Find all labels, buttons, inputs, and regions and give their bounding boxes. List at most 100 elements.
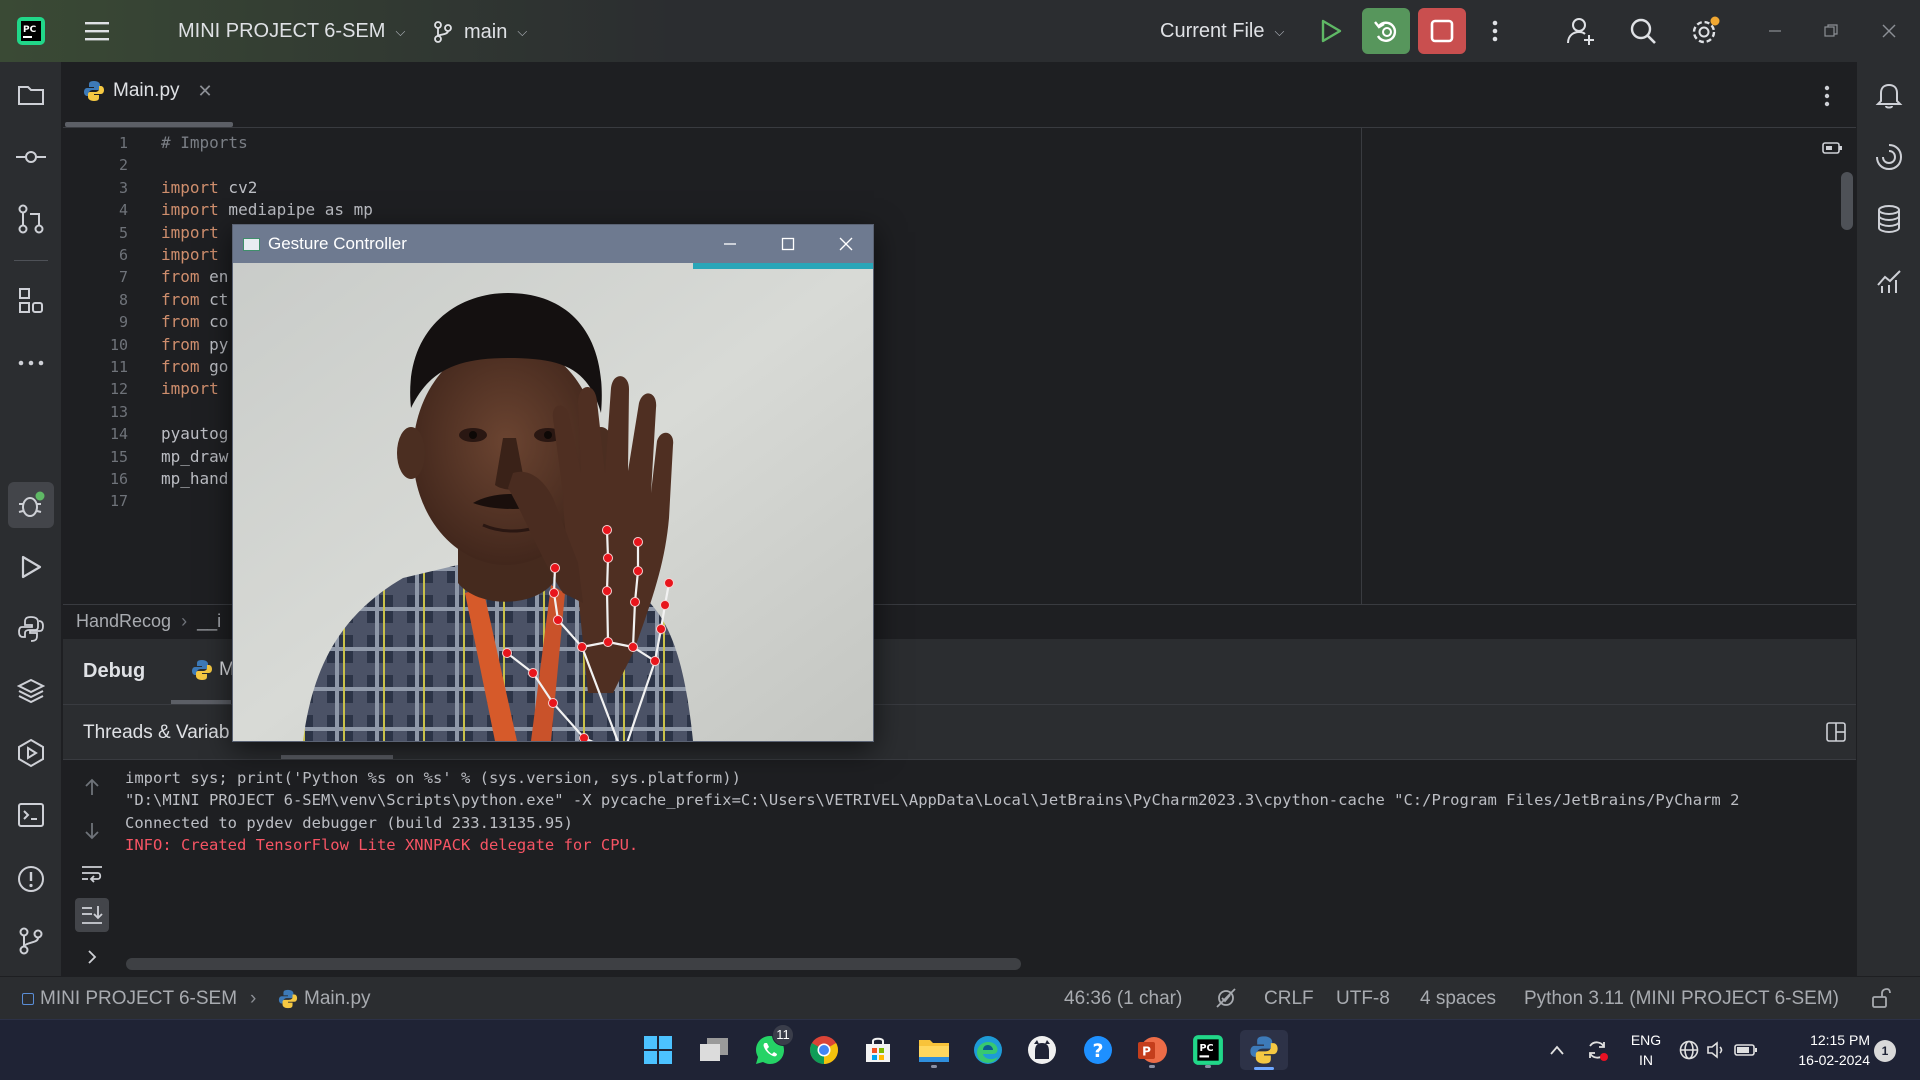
- database-icon[interactable]: [1868, 198, 1910, 240]
- more-tools-icon[interactable]: [10, 342, 52, 384]
- line-number[interactable]: 8: [63, 291, 128, 309]
- show-hidden-icons-icon[interactable]: [1540, 1030, 1574, 1070]
- line-number[interactable]: 4: [63, 201, 128, 219]
- notifications-bell-icon[interactable]: [1868, 74, 1910, 116]
- rerun-debug-icon[interactable]: [1362, 8, 1410, 54]
- code-line[interactable]: # Imports: [161, 133, 248, 152]
- maximize-icon[interactable]: [775, 231, 801, 257]
- file-explorer-icon[interactable]: [914, 1030, 954, 1070]
- problems-icon[interactable]: [10, 858, 52, 900]
- pycharm-taskbar-icon[interactable]: PC: [1188, 1030, 1228, 1070]
- status-file[interactable]: Main.py: [278, 988, 371, 1010]
- expand-chevron-icon[interactable]: [75, 940, 109, 974]
- line-number[interactable]: 2: [63, 156, 128, 174]
- line-number[interactable]: 1: [63, 134, 128, 152]
- gesture-controller-window[interactable]: Gesture Controller: [232, 224, 874, 742]
- code-line[interactable]: from ct: [161, 290, 228, 309]
- profiler-icon[interactable]: [1868, 260, 1910, 302]
- reader-mode-icon[interactable]: [1821, 140, 1843, 156]
- soft-wrap-icon[interactable]: [75, 856, 109, 890]
- commit-icon[interactable]: [10, 136, 52, 178]
- run-icon[interactable]: [1314, 14, 1348, 48]
- code-line[interactable]: import: [161, 223, 219, 242]
- gesture-window-titlebar[interactable]: Gesture Controller: [233, 225, 873, 263]
- input-language[interactable]: ENG IN: [1626, 1030, 1666, 1070]
- line-number[interactable]: 17: [63, 492, 128, 510]
- status-project[interactable]: MINI PROJECT 6-SEM: [22, 988, 237, 1010]
- code-line[interactable]: import: [161, 245, 219, 264]
- services-icon[interactable]: [10, 732, 52, 774]
- task-view-icon[interactable]: [694, 1030, 734, 1070]
- debug-tool-icon[interactable]: [8, 482, 54, 528]
- code-line[interactable]: from go: [161, 357, 228, 376]
- help-icon[interactable]: ?: [1078, 1030, 1118, 1070]
- up-arrow-icon[interactable]: [75, 770, 109, 804]
- line-number[interactable]: 12: [63, 380, 128, 398]
- debug-session-tab[interactable]: M: [191, 659, 235, 681]
- line-number[interactable]: 7: [63, 268, 128, 286]
- branch-selector[interactable]: main ⌵: [432, 20, 527, 44]
- breadcrumb-class[interactable]: HandRecog: [76, 611, 171, 632]
- code-line[interactable]: from py: [161, 335, 228, 354]
- windows-start-icon[interactable]: [638, 1030, 678, 1070]
- close-icon[interactable]: [1874, 16, 1904, 46]
- microsoft-store-icon[interactable]: [858, 1030, 898, 1070]
- debug-console[interactable]: import sys; print('Python %s on %s' % (s…: [63, 760, 1856, 976]
- code-line[interactable]: from co: [161, 312, 228, 331]
- chrome-icon[interactable]: [804, 1030, 844, 1070]
- powerpoint-icon[interactable]: P: [1132, 1030, 1172, 1070]
- line-number[interactable]: 14: [63, 425, 128, 443]
- line-ending[interactable]: CRLF: [1264, 988, 1314, 1010]
- line-number[interactable]: 13: [63, 403, 128, 421]
- line-number[interactable]: 11: [63, 358, 128, 376]
- structure-icon[interactable]: [10, 280, 52, 322]
- system-tray-quick-settings[interactable]: [1676, 1030, 1760, 1070]
- close-icon[interactable]: [833, 231, 859, 257]
- scroll-to-end-icon[interactable]: [75, 898, 109, 932]
- git-icon[interactable]: [10, 920, 52, 962]
- minimize-icon[interactable]: [717, 231, 743, 257]
- threads-variables-tab[interactable]: Threads & Variab: [83, 722, 229, 744]
- tab-options-icon[interactable]: [1815, 82, 1839, 110]
- project-folder-icon[interactable]: [10, 74, 52, 116]
- python-window-taskbar-icon[interactable]: [1240, 1030, 1288, 1070]
- editor-scrollbar[interactable]: [1841, 172, 1853, 230]
- notification-count-badge[interactable]: 1: [1874, 1040, 1896, 1062]
- indent-setting[interactable]: 4 spaces: [1420, 988, 1496, 1010]
- run-config-selector[interactable]: Current File ⌵: [1160, 20, 1284, 43]
- caret-position[interactable]: 46:36 (1 char): [1064, 988, 1182, 1010]
- python-packages-icon[interactable]: [10, 608, 52, 650]
- code-with-me-icon[interactable]: [1564, 14, 1598, 48]
- pull-requests-icon[interactable]: [10, 198, 52, 240]
- line-number[interactable]: 9: [63, 313, 128, 331]
- line-number[interactable]: 5: [63, 224, 128, 242]
- line-number[interactable]: 10: [63, 336, 128, 354]
- line-number[interactable]: 16: [63, 470, 128, 488]
- read-only-lock-icon[interactable]: [1870, 987, 1892, 1015]
- stop-icon[interactable]: [1418, 8, 1466, 54]
- ai-assistant-icon[interactable]: [1868, 136, 1910, 178]
- line-number[interactable]: 15: [63, 448, 128, 466]
- pycharm-logo-icon[interactable]: PC: [14, 14, 48, 48]
- code-line[interactable]: mp_hand: [161, 469, 228, 488]
- run-tool-icon[interactable]: [10, 546, 52, 588]
- layers-icon[interactable]: [10, 670, 52, 712]
- code-line[interactable]: import mediapipe as mp: [161, 200, 373, 219]
- code-line[interactable]: pyautog: [161, 424, 228, 443]
- project-selector[interactable]: MINI PROJECT 6-SEM ⌵: [178, 20, 405, 43]
- line-number[interactable]: 6: [63, 246, 128, 264]
- minimize-icon[interactable]: [1760, 16, 1790, 46]
- breadcrumb-method[interactable]: __i: [197, 611, 221, 632]
- restore-icon[interactable]: [1816, 16, 1846, 46]
- clock[interactable]: 12:15 PM 16-02-2024: [1770, 1030, 1870, 1070]
- line-number[interactable]: 3: [63, 179, 128, 197]
- search-icon[interactable]: [1626, 14, 1660, 48]
- settings-gear-icon[interactable]: [1686, 12, 1724, 50]
- main-menu-icon[interactable]: [80, 14, 114, 48]
- whatsapp-icon[interactable]: 11: [750, 1024, 794, 1070]
- file-encoding[interactable]: UTF-8: [1336, 988, 1390, 1010]
- sync-icon[interactable]: [1580, 1030, 1614, 1070]
- down-arrow-icon[interactable]: [75, 814, 109, 848]
- code-line[interactable]: import cv2: [161, 178, 257, 197]
- code-line[interactable]: import: [161, 379, 219, 398]
